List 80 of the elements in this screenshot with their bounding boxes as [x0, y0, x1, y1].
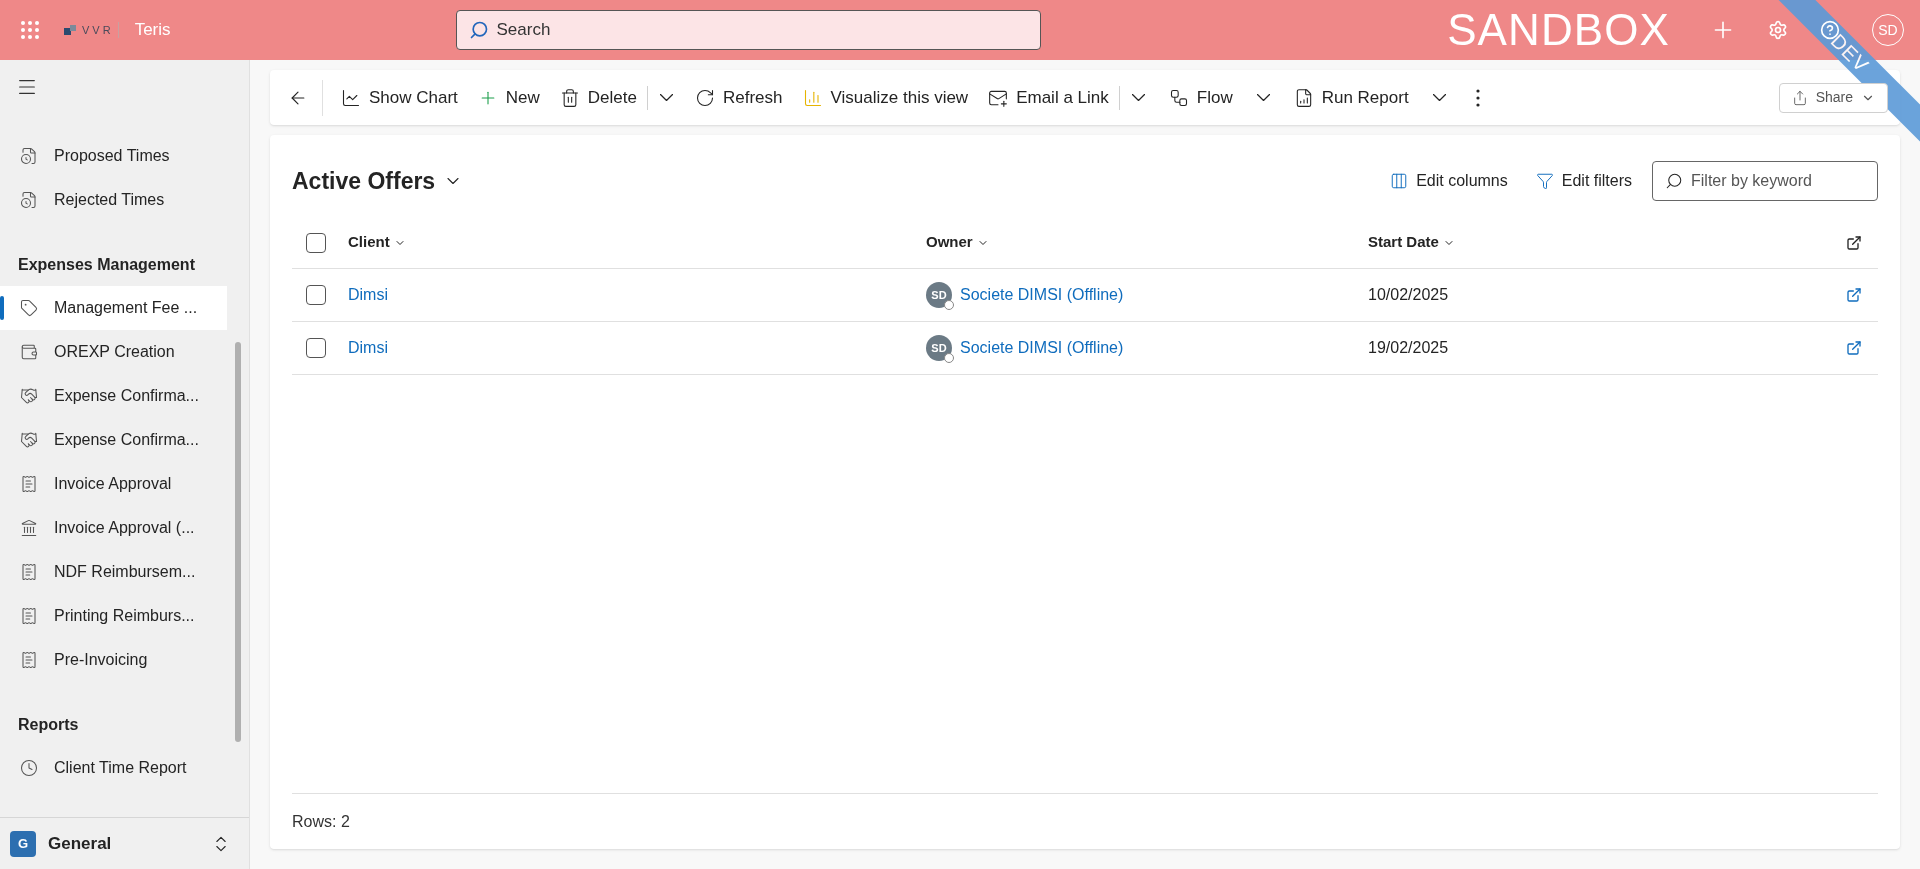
sidebar-item[interactable]: Printing Reimburs...: [0, 594, 227, 638]
row-count: Rows: 2: [292, 811, 350, 832]
share-button[interactable]: Share: [1778, 82, 1888, 113]
sidebar-item[interactable]: NDF Reimbursem...: [0, 550, 227, 594]
client-link[interactable]: Dimsi: [348, 336, 388, 360]
item-icon: [20, 519, 38, 537]
toolbar-button[interactable]: Visualize this view: [792, 79, 979, 116]
sidebar-item[interactable]: Rejected Times: [0, 178, 227, 222]
view-action-button[interactable]: Edit filters: [1527, 165, 1640, 197]
item-icon: [20, 147, 38, 165]
sidebar-item[interactable]: Management Fee ...: [0, 286, 227, 330]
column-header[interactable]: Client: [348, 231, 926, 254]
toolbar-button[interactable]: Run Report: [1281, 79, 1458, 116]
item-icon: [20, 387, 38, 405]
owner-avatar: SD: [926, 282, 952, 308]
column-header[interactable]: Start Date: [1368, 231, 1838, 254]
search-field[interactable]: Search: [455, 10, 1041, 50]
view-title[interactable]: Active Offers: [292, 163, 436, 199]
toolbar-icon: [695, 87, 715, 108]
view-action-button[interactable]: Edit columns: [1382, 165, 1516, 197]
row-checkbox[interactable]: [306, 338, 326, 358]
sidebar-item[interactable]: Expense Confirma...: [0, 418, 227, 462]
toolbar-icon: [341, 87, 361, 108]
toolbar-icon: [1168, 87, 1189, 108]
more-icon: [1475, 88, 1480, 107]
item-icon: [20, 607, 38, 625]
open-record-icon[interactable]: [1846, 287, 1862, 303]
open-record-icon[interactable]: [1846, 340, 1862, 356]
section-heading: Expenses Management: [17, 255, 196, 275]
owner-avatar: SD: [926, 335, 952, 361]
chevron-down-icon: [660, 94, 673, 101]
filter-icon: [1535, 172, 1554, 190]
sidebar-item[interactable]: OREXP Creation: [0, 330, 227, 374]
item-icon: [20, 191, 38, 209]
logo-text: VVR: [82, 22, 114, 38]
owner-link[interactable]: Societe DIMSI (Offline): [960, 283, 1124, 307]
toolbar-button[interactable]: Delete: [549, 79, 647, 116]
area-badge: G: [10, 830, 36, 857]
sidebar-item[interactable]: Proposed Times: [0, 134, 227, 178]
row-checkbox[interactable]: [306, 285, 326, 305]
section-heading: Reports: [17, 715, 80, 735]
toolbar-button[interactable]: New: [467, 79, 550, 116]
item-icon: [20, 759, 38, 777]
filter-input[interactable]: Filter by keyword: [1691, 169, 1865, 193]
chevron-down-icon: [1432, 94, 1446, 101]
sidebar-item[interactable]: Invoice Approval (...: [0, 506, 227, 550]
sidebar-item[interactable]: Expense Confirma...: [0, 374, 227, 418]
sidebar-item[interactable]: Pre-Invoicing: [0, 638, 227, 682]
search-icon: [468, 20, 489, 40]
table-cell-text: 10/02/2025: [1368, 285, 1449, 305]
toolbar-button[interactable]: Flow: [1156, 79, 1282, 116]
item-icon: [20, 299, 38, 317]
select-all-checkbox[interactable]: [306, 232, 326, 253]
owner-link[interactable]: Societe DIMSI (Offline): [960, 336, 1124, 360]
search-icon: [1665, 172, 1683, 190]
item-icon: [20, 343, 38, 361]
area-label: General: [48, 832, 113, 855]
table-cell-text: 19/02/2025: [1368, 338, 1449, 358]
search-input[interactable]: Search: [496, 17, 1028, 43]
environment-label: SANDBOX: [1447, 4, 1670, 56]
logo-icon: [64, 24, 78, 36]
chevron-down-icon: [1131, 94, 1145, 101]
chevron-down-icon: [1256, 94, 1270, 101]
share-icon: [1791, 89, 1808, 106]
toolbar-button[interactable]: Refresh: [685, 79, 793, 116]
item-icon: [20, 475, 38, 493]
toolbar-button[interactable]: Show Chart: [331, 79, 468, 116]
columns-icon: [1390, 172, 1409, 190]
item-icon: [20, 431, 38, 449]
column-header[interactable]: Owner: [926, 231, 1368, 254]
sidebar-item[interactable]: Client Time Report: [0, 746, 227, 790]
client-link[interactable]: Dimsi: [348, 283, 388, 307]
item-icon: [20, 651, 38, 669]
toolbar-icon: [802, 87, 823, 108]
open-icon[interactable]: [1846, 234, 1862, 251]
sidebar-item[interactable]: Invoice Approval: [0, 462, 227, 506]
item-icon: [20, 563, 38, 581]
toolbar-icon: [559, 87, 580, 108]
filter-field[interactable]: Filter by keyword: [1652, 161, 1878, 201]
toolbar-button[interactable]: Email a Link: [978, 79, 1119, 116]
